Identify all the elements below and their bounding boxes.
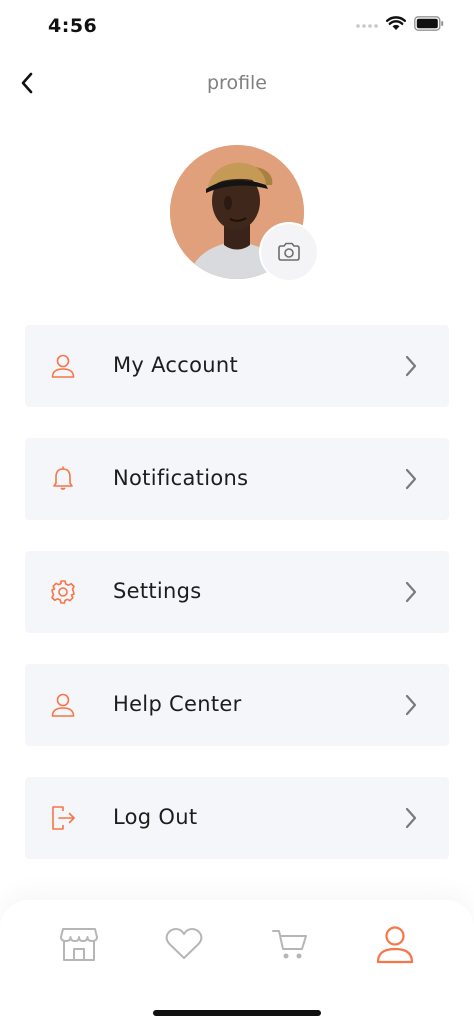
heart-icon xyxy=(165,928,203,959)
logout-icon xyxy=(49,804,77,832)
user-icon xyxy=(376,926,414,964)
change-photo-button[interactable] xyxy=(261,224,317,280)
shop-icon xyxy=(60,928,98,961)
camera-icon xyxy=(278,242,300,261)
menu-item-settings[interactable]: Settings xyxy=(25,551,449,633)
page-title: profile xyxy=(206,72,267,94)
bell-icon xyxy=(49,465,77,493)
home-indicator xyxy=(153,1010,321,1016)
bottom-tab-bar xyxy=(0,900,474,1025)
menu-item-label: Notifications xyxy=(113,466,249,490)
menu-item-label: Settings xyxy=(113,579,202,603)
menu-item-help-center[interactable]: Help Center xyxy=(25,664,449,746)
chevron-right-icon xyxy=(405,468,417,490)
cart-icon xyxy=(272,930,307,959)
chevron-right-icon xyxy=(405,355,417,377)
tab-profile[interactable] xyxy=(373,922,417,966)
user-icon xyxy=(49,691,77,719)
status-bar: 4:56 xyxy=(0,0,474,54)
battery-icon xyxy=(414,16,444,35)
chevron-right-icon xyxy=(405,694,417,716)
profile-menu: My Account Notifications Settings Help C… xyxy=(25,325,449,890)
chevron-right-icon xyxy=(405,581,417,603)
profile-avatar-section xyxy=(170,145,317,280)
tab-favorites[interactable] xyxy=(162,922,206,966)
cellular-signal-icon xyxy=(356,16,378,35)
menu-item-my-account[interactable]: My Account xyxy=(25,325,449,407)
status-time: 4:56 xyxy=(48,15,98,37)
wifi-icon xyxy=(386,16,406,35)
menu-item-label: Log Out xyxy=(113,805,198,829)
menu-item-label: My Account xyxy=(113,353,239,377)
user-icon xyxy=(49,352,77,380)
tab-cart[interactable] xyxy=(268,922,312,966)
chevron-right-icon xyxy=(405,807,417,829)
header: profile xyxy=(0,58,474,110)
status-icons xyxy=(356,16,444,35)
menu-item-notifications[interactable]: Notifications xyxy=(25,438,449,520)
menu-item-label: Help Center xyxy=(113,692,242,716)
menu-item-log-out[interactable]: Log Out xyxy=(25,777,449,859)
tab-shop[interactable] xyxy=(57,922,101,966)
gear-icon xyxy=(49,578,77,606)
